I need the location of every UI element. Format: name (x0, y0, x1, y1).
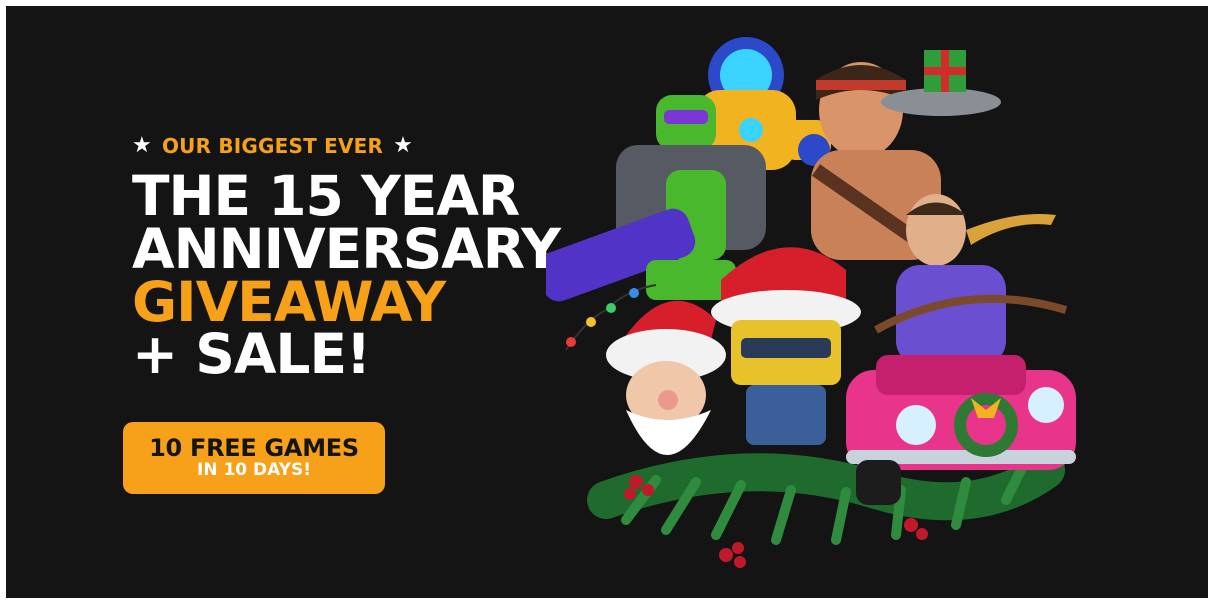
star-icon: ★ (132, 133, 152, 158)
free-games-button[interactable]: 10 FREE GAMES IN 10 DAYS! (123, 422, 385, 494)
kicker-text: OUR BIGGEST EVER (161, 134, 384, 158)
star-icon: ★ (393, 133, 414, 158)
character-artwork (546, 37, 1076, 568)
yellow-robot-character (711, 247, 861, 445)
garland (587, 451, 1065, 568)
cta-line-2: IN 10 DAYS! (197, 460, 311, 481)
promo-banner[interactable]: ★ OUR BIGGEST EVER ★ THE 15 YEAR ANNIVER… (6, 6, 1208, 598)
gnome-character (606, 300, 726, 455)
cta-line-1: 10 FREE GAMES (149, 434, 359, 463)
